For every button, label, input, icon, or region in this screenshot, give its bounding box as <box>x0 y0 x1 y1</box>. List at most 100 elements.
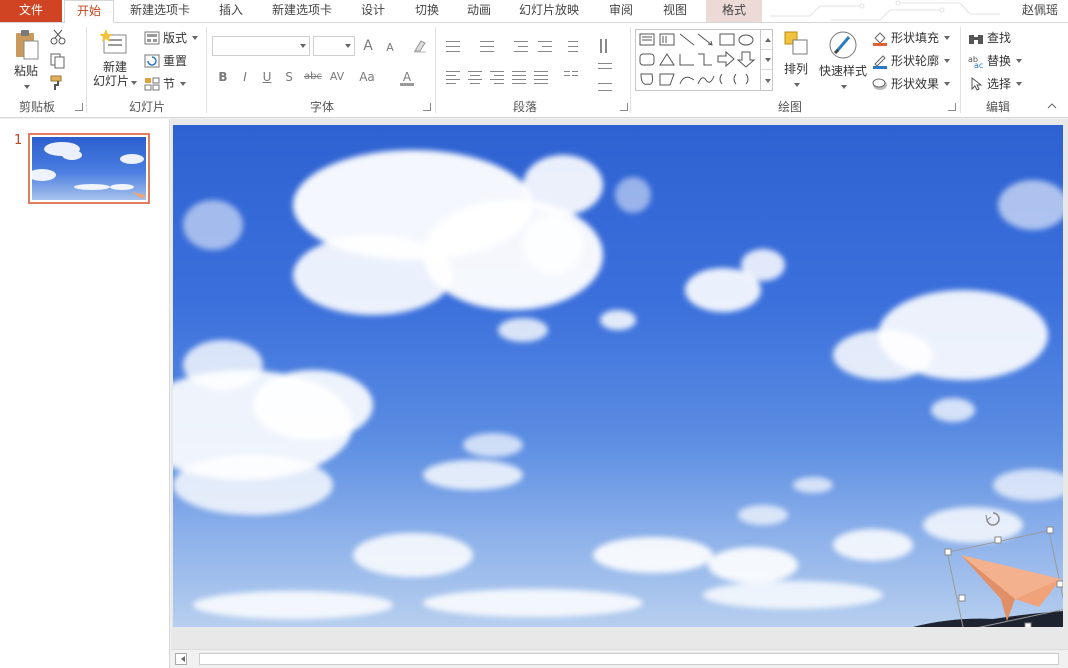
arrange-button[interactable]: 排列 <box>778 29 814 90</box>
justify-icon[interactable] <box>510 67 528 85</box>
new-slide-dropdown-icon[interactable] <box>131 81 137 85</box>
increase-indent-icon[interactable] <box>536 37 554 55</box>
find-label: 查找 <box>987 31 1012 45</box>
bullets-icon[interactable] <box>444 37 462 55</box>
tab-transitions[interactable]: 切换 <box>408 0 446 22</box>
font-family-select[interactable] <box>212 36 310 56</box>
ribbon-tab-bar: 文件 开始 新建选项卡 插入 新建选项卡 设计 切换 动画 幻灯片放映 审阅 视… <box>0 0 1068 23</box>
underline-button[interactable]: U <box>260 68 274 86</box>
font-color-button[interactable]: A <box>400 68 414 86</box>
character-spacing-button[interactable]: AV <box>326 68 348 86</box>
new-slide-icon <box>99 29 127 54</box>
format-painter-icon[interactable] <box>50 75 66 91</box>
scroll-track[interactable] <box>199 653 1059 665</box>
shapes-gallery[interactable] <box>635 29 773 91</box>
align-text-icon[interactable] <box>596 59 614 77</box>
user-name[interactable]: 赵佩瑶 <box>1022 0 1058 22</box>
shapes-more-icon[interactable] <box>761 70 772 90</box>
align-center-icon[interactable] <box>466 67 484 85</box>
shapes-scroll-down-icon[interactable] <box>761 50 772 70</box>
thumbnail-sky-image <box>32 137 146 200</box>
new-slide-label-2: 幻灯片 <box>92 74 129 88</box>
section-button[interactable]: 节 <box>144 74 187 94</box>
strikethrough-button[interactable]: abc <box>302 68 324 86</box>
shape-fill-button[interactable]: 形状填充 <box>872 28 951 48</box>
drawing-launcher-icon[interactable] <box>948 103 956 111</box>
separator <box>630 27 631 113</box>
section-icon <box>144 77 160 91</box>
layout-label: 版式 <box>163 31 188 45</box>
font-size-select[interactable] <box>313 36 355 56</box>
slide-number: 1 <box>14 133 23 148</box>
scroll-left-icon[interactable] <box>175 653 187 665</box>
tab-view[interactable]: 视图 <box>656 0 694 22</box>
slide-thumbnail[interactable] <box>28 133 150 204</box>
paste-dropdown-icon[interactable] <box>24 85 30 89</box>
paste-label: 粘贴 <box>13 64 38 78</box>
paper-plane-shape[interactable] <box>943 503 1063 627</box>
quick-styles-button[interactable]: 快速样式 <box>816 29 870 92</box>
align-left-icon[interactable] <box>444 67 462 85</box>
shape-effects-button[interactable]: 形状效果 <box>872 74 951 94</box>
select-button[interactable]: 选择 <box>968 74 1023 94</box>
bold-button[interactable]: B <box>216 68 230 86</box>
group-label-clipboard: 剪贴板 <box>18 100 55 114</box>
replace-label: 替换 <box>987 54 1012 68</box>
layout-button[interactable]: 版式 <box>144 28 199 48</box>
shrink-font-button[interactable]: A <box>383 39 397 57</box>
paste-button[interactable]: 粘贴 <box>8 29 44 92</box>
reset-button[interactable]: 重置 <box>144 51 187 71</box>
tab-insert[interactable]: 插入 <box>212 0 250 22</box>
convert-smartart-icon[interactable] <box>596 79 614 97</box>
paragraph-launcher-icon[interactable] <box>620 103 628 111</box>
collapse-ribbon-icon[interactable] <box>1046 101 1058 111</box>
clear-formatting-icon[interactable] <box>412 38 428 54</box>
numbering-icon[interactable] <box>478 37 496 55</box>
find-icon <box>969 35 983 44</box>
separator <box>960 27 961 113</box>
arrange-label: 排列 <box>783 62 808 76</box>
shapes-scrollbar[interactable] <box>760 30 772 90</box>
columns-icon[interactable] <box>562 67 580 85</box>
italic-button[interactable]: I <box>238 68 252 86</box>
tab-newtab-2[interactable]: 新建选项卡 <box>266 0 338 22</box>
powerpoint-window: 文件 开始 新建选项卡 插入 新建选项卡 设计 切换 动画 幻灯片放映 审阅 视… <box>0 0 1068 668</box>
tab-newtab-1[interactable]: 新建选项卡 <box>124 0 196 22</box>
horizontal-scrollbar[interactable] <box>171 649 1068 668</box>
tab-review[interactable]: 审阅 <box>602 0 640 22</box>
grow-font-button[interactable]: A <box>360 37 376 55</box>
change-case-button[interactable]: Aa <box>356 68 378 86</box>
quick-styles-label: 快速样式 <box>818 64 867 78</box>
separator <box>206 27 207 113</box>
text-direction-icon[interactable] <box>596 37 614 55</box>
rotate-handle-icon[interactable] <box>985 512 1000 526</box>
font-launcher-icon[interactable] <box>423 103 431 111</box>
tab-slideshow[interactable]: 幻灯片放映 <box>514 0 584 22</box>
tab-format[interactable]: 格式 <box>706 0 762 22</box>
decrease-indent-icon[interactable] <box>512 37 530 55</box>
text-shadow-button[interactable]: S <box>282 68 296 86</box>
shapes-scroll-up-icon[interactable] <box>761 30 772 50</box>
shape-outline-button[interactable]: 形状轮廓 <box>872 51 951 71</box>
tab-design[interactable]: 设计 <box>354 0 392 22</box>
slide-canvas[interactable] <box>173 125 1063 627</box>
clipboard-launcher-icon[interactable] <box>75 103 83 111</box>
new-slide-button[interactable]: 新建 幻灯片 <box>90 29 140 88</box>
ribbon-home: 粘贴 剪贴板 新建 幻灯片 版式 重置 节 幻灯片 A A B I U S ab… <box>0 22 1068 118</box>
copy-icon[interactable] <box>50 53 66 69</box>
shape-effects-icon <box>872 78 887 90</box>
arrange-icon <box>784 31 808 55</box>
tab-home[interactable]: 开始 <box>64 0 114 23</box>
line-spacing-icon[interactable] <box>562 37 580 55</box>
tab-file[interactable]: 文件 <box>0 0 62 22</box>
distributed-icon[interactable] <box>532 67 550 85</box>
group-label-editing: 编辑 <box>985 100 1010 114</box>
quick-styles-icon <box>829 31 857 59</box>
find-button[interactable]: 查找 <box>968 28 1011 48</box>
select-label: 选择 <box>987 77 1012 91</box>
cut-icon[interactable] <box>50 29 66 45</box>
shapes-gallery-items[interactable] <box>636 30 760 90</box>
tab-animations[interactable]: 动画 <box>460 0 498 22</box>
replace-button[interactable]: ab ac 替换 <box>968 51 1023 71</box>
align-right-icon[interactable] <box>488 67 506 85</box>
